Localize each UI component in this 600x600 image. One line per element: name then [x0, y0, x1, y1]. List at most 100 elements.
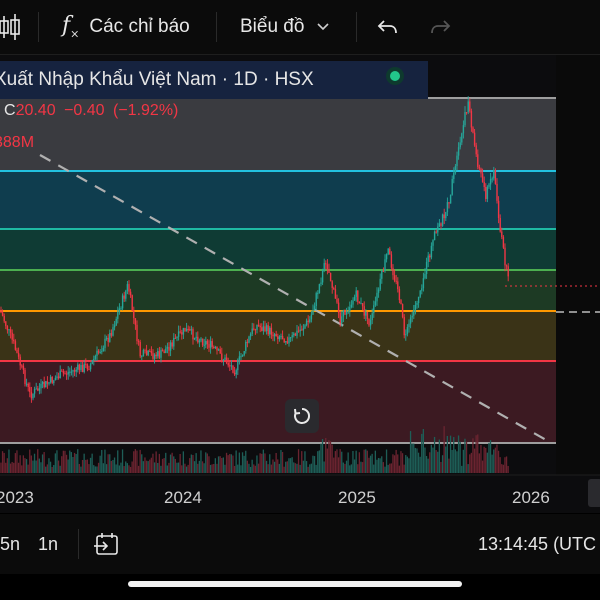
candle-body [406, 327, 409, 335]
volume-bar [53, 465, 55, 473]
candle-body [299, 329, 301, 332]
home-indicator[interactable] [128, 581, 462, 587]
candle-body [96, 350, 98, 356]
candle-body [253, 328, 255, 330]
clock-time[interactable]: 13:14:45 (UTC [478, 514, 596, 574]
candle-body [400, 300, 402, 305]
volume-bar [379, 458, 381, 473]
volume-bar [470, 452, 472, 473]
candle-body [21, 365, 23, 367]
volume-bar [117, 450, 119, 473]
candle-body [128, 284, 130, 292]
candles-icon[interactable] [0, 0, 20, 54]
volume-bar [0, 462, 2, 473]
price-scale[interactable] [556, 55, 600, 485]
volume-bar [496, 444, 498, 473]
candle-body [97, 350, 100, 353]
volume-bar [464, 438, 466, 473]
candle-body [403, 317, 405, 336]
volume-bar [305, 461, 308, 473]
volume-bar [461, 465, 463, 473]
reset-chart-button[interactable] [285, 399, 319, 433]
candle-body [112, 327, 114, 336]
candle-body [152, 353, 154, 359]
volume-bar [101, 449, 103, 473]
candle-body [493, 170, 495, 179]
candle-body [342, 309, 345, 317]
market-status-indicator[interactable] [386, 67, 404, 85]
volume-bar [38, 458, 40, 473]
candle-body [147, 350, 149, 356]
candle-body [65, 373, 68, 375]
candle-body [470, 111, 473, 128]
volume-bar [409, 431, 412, 473]
candle-body [35, 388, 37, 390]
candle-body [422, 278, 425, 289]
candle-body [222, 359, 225, 361]
volume-bar [193, 461, 196, 473]
candle-body [40, 383, 42, 389]
candle-body [158, 351, 161, 358]
volume-bar [222, 457, 224, 473]
volume-bar [17, 462, 20, 473]
volume-bar [395, 449, 397, 473]
chart-type-button[interactable]: Biểu đồ [240, 0, 330, 54]
ohlc-legend: C20.40 −0.40 (−1.92%) [4, 102, 178, 120]
candle-body [485, 187, 487, 199]
volume-bar [139, 449, 141, 473]
candle-body [497, 200, 500, 218]
indicators-label: Các chỉ báo [89, 16, 190, 37]
candle-body [221, 353, 223, 361]
candle-body [45, 381, 47, 388]
volume-bar [414, 447, 416, 473]
volume-bar [398, 465, 400, 473]
candle-body [414, 304, 417, 310]
candle-body [24, 369, 26, 384]
volume-bar [325, 438, 327, 473]
volume-bar [443, 426, 445, 473]
volume-bar [422, 429, 424, 473]
volume-bar [182, 451, 184, 473]
candle-body [350, 304, 353, 308]
volume-bar [104, 449, 106, 473]
volume-bar [408, 458, 410, 473]
volume-bar [278, 463, 280, 473]
symbol-header[interactable]: Xuất Nhập Khẩu Việt Nam · 1D · HSX [0, 61, 428, 99]
price-chart[interactable]: 2023 2024 2025 2026 [0, 55, 600, 513]
volume-bar [152, 453, 154, 473]
volume-bar [110, 460, 112, 473]
interval-5n[interactable]: 5n [0, 514, 20, 574]
candle-body [477, 154, 479, 168]
candle-body [171, 342, 173, 347]
fib-zone-red [0, 361, 556, 443]
volume-bar [502, 464, 504, 473]
volume-bar [201, 461, 204, 473]
volume-bar [89, 457, 92, 473]
volume-bar [419, 456, 421, 473]
indicators-button[interactable]: f× Các chỉ báo [62, 0, 190, 54]
redo-icon[interactable] [428, 0, 452, 54]
time-axis[interactable] [0, 475, 600, 513]
volume-bar [77, 449, 79, 473]
candle-body [8, 329, 10, 331]
volume-bar [264, 453, 266, 473]
toolbar-separator [216, 12, 217, 42]
volume-bar [416, 448, 418, 473]
volume-bar [121, 449, 124, 473]
chart-area[interactable]: 2023 2024 2025 2026 Xuất Nhập Khẩu Việt … [0, 55, 600, 513]
candle-body [14, 341, 17, 350]
volume-bar [161, 458, 164, 473]
candle-body [217, 349, 220, 351]
candle-body [374, 301, 377, 306]
candle-body [233, 372, 236, 375]
volume-bar [224, 464, 226, 473]
volume-bar [347, 452, 349, 473]
calendar-range-icon[interactable] [93, 514, 121, 574]
undo-icon[interactable] [376, 0, 400, 54]
volume-bar [440, 461, 442, 473]
axis-settings-button[interactable] [588, 479, 600, 507]
candle-body [318, 284, 321, 294]
interval-1n[interactable]: 1n [38, 514, 58, 574]
candle-body [110, 333, 113, 336]
volume-bar [345, 460, 348, 473]
